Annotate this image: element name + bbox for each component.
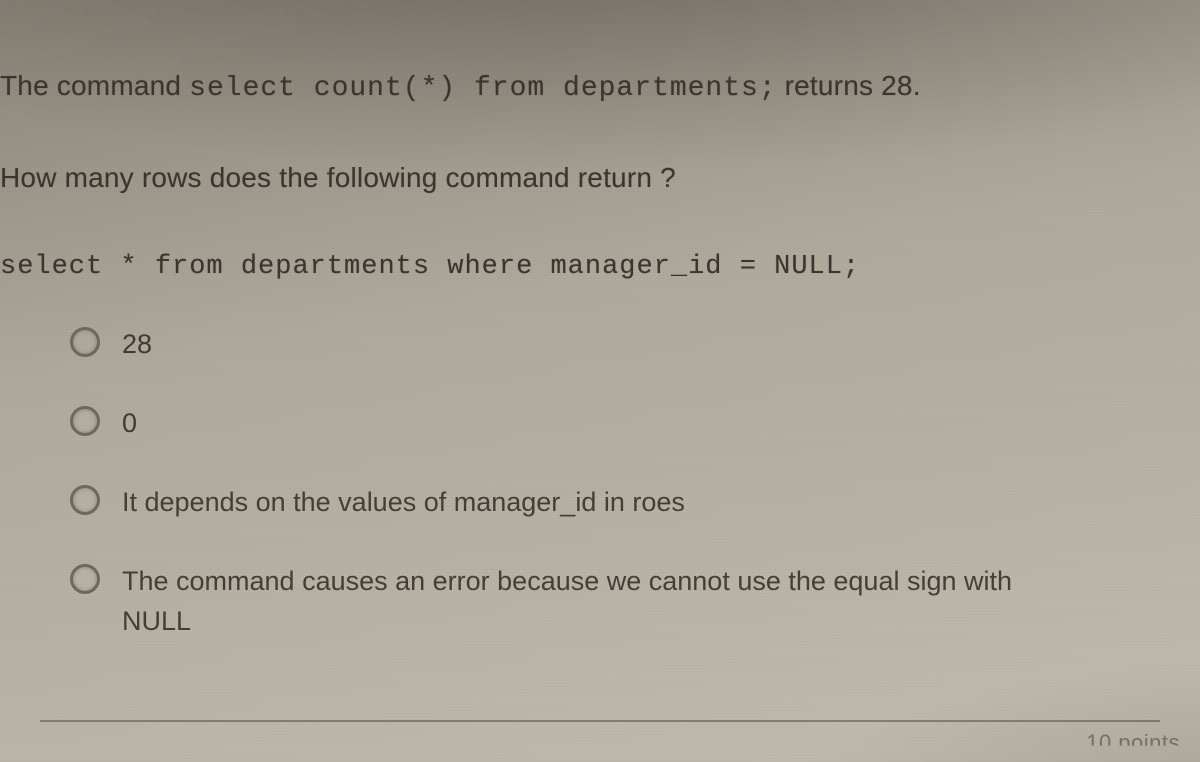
- option-row[interactable]: 28: [70, 325, 1160, 364]
- option-label: The command causes an error because we c…: [122, 562, 1082, 640]
- question-line-1: The command select count(*) from departm…: [0, 70, 921, 104]
- question-line-1-suffix: returns 28.: [777, 70, 921, 101]
- question-line-1-code: select count(*) from departments;: [189, 73, 777, 104]
- radio-icon[interactable]: [70, 327, 100, 357]
- question-line-1-prefix: The command: [0, 70, 189, 101]
- option-row[interactable]: 0: [70, 404, 1160, 443]
- question-line-2: How many rows does the following command…: [0, 162, 676, 194]
- radio-icon[interactable]: [70, 564, 100, 594]
- options-group: 28 0 It depends on the values of manager…: [70, 325, 1160, 681]
- question-code-line: select * from departments where manager_…: [0, 252, 860, 282]
- points-fragment: 10 points: [1086, 730, 1180, 756]
- divider-line: [40, 720, 1160, 722]
- option-label: 28: [122, 325, 152, 364]
- option-row[interactable]: The command causes an error because we c…: [70, 562, 1160, 640]
- radio-icon[interactable]: [70, 485, 100, 515]
- option-label: It depends on the values of manager_id i…: [122, 483, 685, 522]
- option-row[interactable]: It depends on the values of manager_id i…: [70, 483, 1160, 522]
- radio-icon[interactable]: [70, 406, 100, 436]
- option-label: 0: [122, 404, 137, 443]
